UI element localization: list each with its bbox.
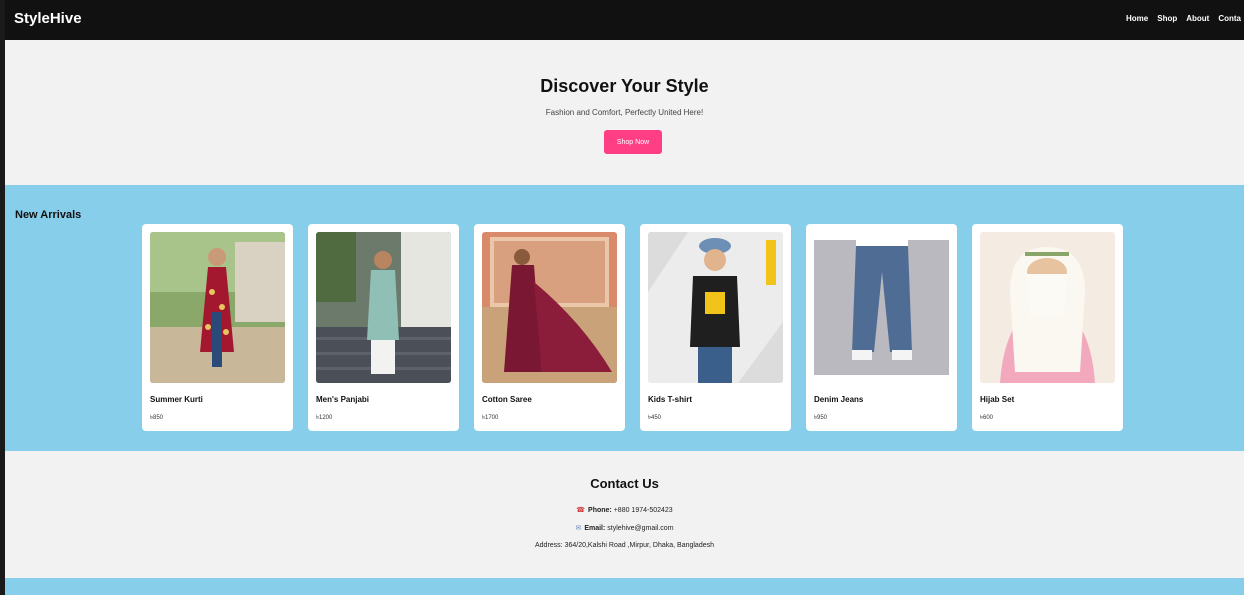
product-price: ৳1700 xyxy=(482,415,499,421)
product-image[interactable] xyxy=(150,232,285,383)
window-edge xyxy=(0,0,5,595)
product-image[interactable] xyxy=(482,232,617,383)
product-price: ৳1200 xyxy=(316,415,333,421)
product-card[interactable]: Summer Kurti ৳850 xyxy=(142,224,293,431)
product-price: ৳950 xyxy=(814,415,827,421)
section-title: New Arrivals xyxy=(15,209,82,221)
contact-address: Address: 364/20,Kalshi Road ,Mirpur, Dha… xyxy=(535,542,714,549)
product-image[interactable] xyxy=(814,232,949,383)
product-price: ৳450 xyxy=(648,415,661,421)
product-card[interactable]: Kids T-shirt ৳450 xyxy=(640,224,791,431)
product-name[interactable]: Men's Panjabi xyxy=(316,395,369,404)
nav-link-about[interactable]: About xyxy=(1186,14,1209,23)
nav-link-shop[interactable]: Shop xyxy=(1157,14,1177,23)
product-card[interactable]: Denim Jeans ৳950 xyxy=(806,224,957,431)
product-name[interactable]: Hijab Set xyxy=(980,395,1014,404)
hero-subtitle: Fashion and Comfort, Perfectly United He… xyxy=(545,108,704,117)
email-value[interactable]: stylehive@gmail.com xyxy=(607,525,673,532)
product-card[interactable]: Cotton Saree ৳1700 xyxy=(474,224,625,431)
contact-section: Contact Us ☎ Phone: +880 1974-502423 ✉ Ema… xyxy=(5,451,1244,578)
product-card[interactable]: Men's Panjabi ৳1200 xyxy=(308,224,459,431)
contact-phone: ☎ Phone: +880 1974-502423 xyxy=(5,506,1244,514)
product-image[interactable] xyxy=(980,232,1115,383)
contact-title: Contact Us xyxy=(590,476,659,491)
product-image[interactable] xyxy=(648,232,783,383)
hero-section: Discover Your Style Fashion and Comfort,… xyxy=(5,40,1244,185)
product-name[interactable]: Denim Jeans xyxy=(814,395,863,404)
product-name[interactable]: Kids T-shirt xyxy=(648,395,692,404)
nav-link-home[interactable]: Home xyxy=(1126,14,1148,23)
product-price: ৳850 xyxy=(150,415,163,421)
nav-links: Home Shop About Conta xyxy=(1126,14,1241,23)
product-price: ৳600 xyxy=(980,415,993,421)
email-label: Email: xyxy=(584,525,606,532)
new-arrivals-section: New Arrivals Summer Kurti ৳850 Men's Pan… xyxy=(5,185,1244,451)
nav-link-contact[interactable]: Conta xyxy=(1218,14,1241,23)
product-name[interactable]: Summer Kurti xyxy=(150,395,203,404)
shop-now-button[interactable]: Shop Now xyxy=(604,130,662,154)
phone-icon: ☎ xyxy=(576,507,586,514)
navbar: StyleHive Home Shop About Conta xyxy=(0,0,1244,40)
brand-logo[interactable]: StyleHive xyxy=(14,10,82,27)
product-name[interactable]: Cotton Saree xyxy=(482,395,532,404)
product-image[interactable] xyxy=(316,232,451,383)
phone-value[interactable]: +880 1974-502423 xyxy=(614,507,673,514)
product-card[interactable]: Hijab Set ৳600 xyxy=(972,224,1123,431)
contact-email: ✉ Email: stylehive@gmail.com xyxy=(5,524,1244,532)
hero-title: Discover Your Style xyxy=(540,76,709,96)
phone-label: Phone: xyxy=(588,507,612,514)
email-icon: ✉ xyxy=(575,525,582,532)
footer-band xyxy=(5,578,1244,595)
